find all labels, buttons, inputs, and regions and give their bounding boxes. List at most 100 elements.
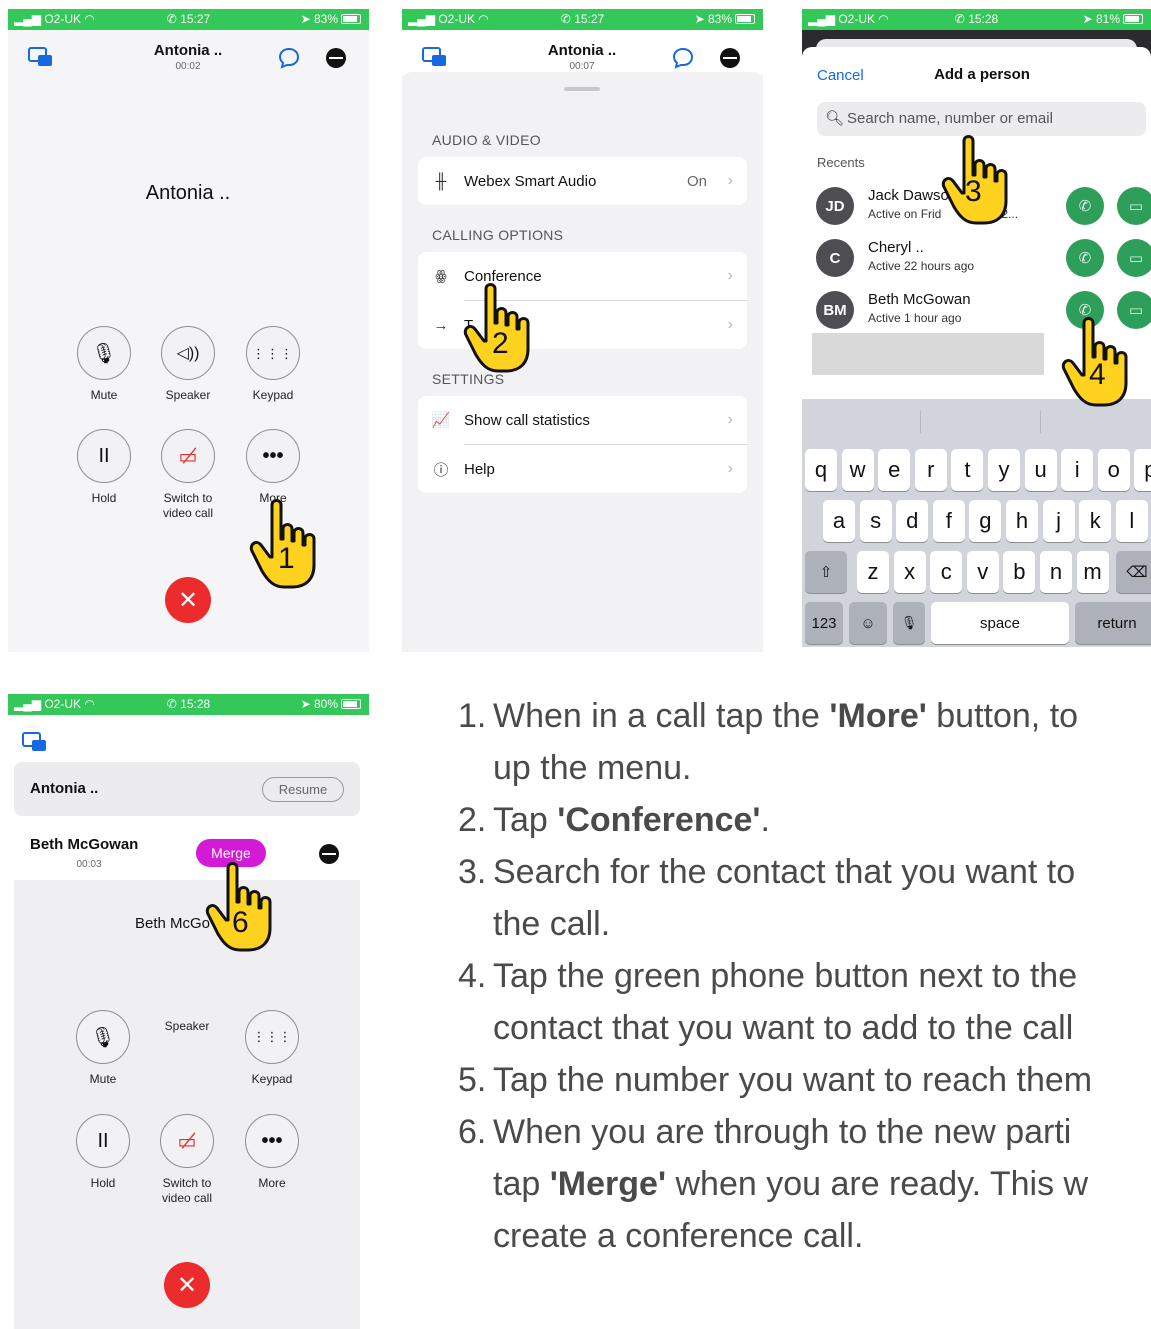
section-audio-video: AUDIO & VIDEO [432,132,541,148]
key-u[interactable]: u [1024,449,1057,491]
resume-button[interactable]: Resume [262,777,344,802]
video-call-button[interactable]: ▭ [1117,187,1151,225]
switch-video-label: Switch to video call [161,1176,213,1205]
mute-label: Mute [89,1072,117,1086]
key-y[interactable]: y [988,449,1020,491]
cancel-button[interactable]: Cancel [817,67,864,84]
keypad-button[interactable]: ⋮⋮⋮ [245,1010,299,1064]
key-j[interactable]: j [1042,500,1075,542]
step-marker: 4 [1089,358,1106,391]
webex-icon[interactable] [720,48,740,68]
instruction-continuation: contact that you want to add to the call [493,1009,1074,1047]
phone-icon: ✆ [560,12,571,26]
key-a[interactable]: a [823,500,855,542]
key-f[interactable]: f [932,500,965,542]
key-d[interactable]: d [896,500,929,542]
key-g[interactable]: g [969,500,1002,542]
waveform-icon: ╫ [435,172,447,190]
recents-label: Recents [817,155,865,170]
end-call-button[interactable]: ✕ [165,577,211,623]
divider [1040,411,1041,433]
key-o[interactable]: o [1097,449,1130,491]
switch-video-button[interactable]: ▭̸ [161,429,215,483]
more-button[interactable]: ••• [245,1114,299,1168]
key-r[interactable]: r [914,449,947,491]
key-w[interactable]: w [841,449,874,491]
video-call-button[interactable]: ▭ [1117,239,1151,277]
ellipsis-icon: ••• [262,444,284,467]
dictation-key[interactable]: 🎙 [893,602,925,644]
emoji-key[interactable]: ☺ [849,602,887,644]
switch-video-button[interactable]: ▭̸ [160,1114,214,1168]
contact-name: Cheryl .. [868,239,924,256]
call-contact-button[interactable]: ✆ [1066,239,1104,277]
key-n[interactable]: n [1040,551,1072,593]
return-key[interactable]: return [1075,602,1151,644]
key-i[interactable]: i [1061,449,1094,491]
key-l[interactable]: l [1115,500,1148,542]
phone-icon: ✆ [166,697,177,711]
key-q[interactable]: q [805,449,837,491]
smart-audio-row[interactable]: ╫ Webex Smart Audio On › [418,157,747,205]
help-row[interactable]: ⓘ Help › [418,445,747,493]
numbers-key[interactable]: 123 [805,602,843,644]
key-e[interactable]: e [878,449,911,491]
video-icon: ▭ [1128,198,1144,215]
picture-in-picture-icon[interactable] [422,47,448,67]
key-t[interactable]: t [951,449,984,491]
clock-label: 15:27 [574,12,605,26]
call-statistics-row[interactable]: 📈 Show call statistics › [418,396,747,444]
hold-button[interactable]: II [76,1114,130,1168]
picture-in-picture-icon[interactable] [22,732,48,752]
mute-button[interactable]: 🎙 [77,326,131,380]
screen-add-person: ▂▄▆ O2-UK ◠ ✆ 15:28 ➤ 81% Cancel Add a p… [802,9,1151,647]
instruction-continuation: tap 'Merge' when you are ready. This w [493,1165,1089,1203]
battery-label: 83% [707,12,732,26]
chat-icon[interactable] [278,47,300,69]
key-z[interactable]: z [857,551,889,593]
delete-key[interactable]: ⌫ [1116,551,1151,593]
step-marker: 3 [965,175,982,208]
hold-button[interactable]: II [77,429,131,483]
webex-icon[interactable] [326,48,346,68]
call-statistics-label: Show call statistics [464,411,590,429]
chat-icon[interactable] [672,47,694,69]
keypad-label: Keypad [252,388,294,402]
clock-label: 15:28 [180,697,211,711]
key-h[interactable]: h [1006,500,1038,542]
location-icon: ➤ [300,12,311,26]
battery-icon [1123,14,1143,24]
key-s[interactable]: s [859,500,892,542]
smart-audio-value: On [686,172,707,190]
keypad-label: Keypad [251,1072,293,1086]
contact-row[interactable]: C Cheryl .. Active 22 hours ago ✆ ▭ [802,233,1151,285]
search-input[interactable]: 🔍︎ Search name, number or email [817,102,1146,136]
key-c[interactable]: c [930,551,963,593]
shift-key[interactable]: ⇧ [805,551,847,593]
key-x[interactable]: x [893,551,926,593]
location-icon: ➤ [1082,12,1093,26]
switch-video-label: Switch to video call [162,491,214,520]
chevron-right-icon: › [727,411,733,428]
key-k[interactable]: k [1079,500,1112,542]
keypad-button[interactable]: ⋮⋮⋮ [246,326,300,380]
key-m[interactable]: m [1076,551,1109,593]
key-v[interactable]: v [966,551,999,593]
call-contact-button[interactable]: ✆ [1066,187,1104,225]
key-p[interactable]: p [1134,449,1151,491]
key-b[interactable]: b [1003,551,1036,593]
picture-in-picture-icon[interactable] [28,47,54,67]
call-timer: 00:02 [175,61,201,72]
space-key[interactable]: space [931,602,1069,644]
more-button[interactable]: ••• [246,429,300,483]
sheet-grabber[interactable] [564,87,600,91]
mute-button[interactable]: 🎙 [76,1010,130,1064]
end-call-button[interactable]: ✕ [164,1262,210,1308]
hold-label: Hold [90,1176,116,1190]
contact-name: Beth McGowan [868,291,971,308]
webex-icon[interactable] [319,844,339,864]
speaker-button[interactable]: ◁)) [161,326,215,380]
section-settings: SETTINGS [432,371,505,387]
avatar: BM [816,291,854,329]
screen-merge-call: ▂▄▆ O2-UK ◠ ✆ 15:28 ➤ 80% Antonia .. Res… [8,694,369,1329]
